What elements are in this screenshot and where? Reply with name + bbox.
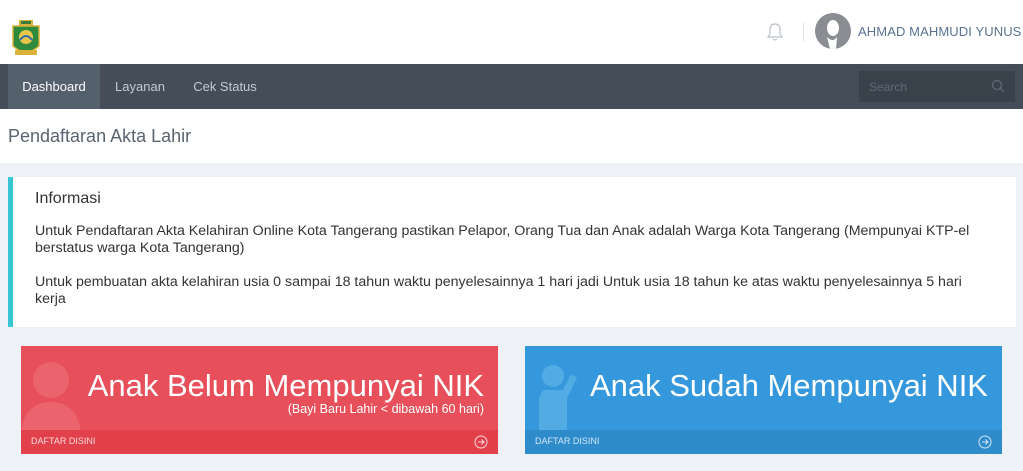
nav-layanan[interactable]: Layanan	[100, 64, 180, 109]
info-paragraph: Untuk pembuatan akta kelahiran usia 0 sa…	[35, 274, 962, 307]
tile-subtitle: (Bayi Baru Lahir < dibawah 60 hari)	[287, 402, 484, 416]
arrow-circle-right-icon[interactable]	[474, 435, 488, 449]
tile-belum-nik[interactable]: Anak Belum Mempunyai NIK (Bayi Baru Lahi…	[21, 346, 498, 454]
city-emblem-logo[interactable]	[10, 20, 42, 58]
tile-title: Anak Sudah Mempunyai NIK	[589, 368, 988, 403]
bell-icon[interactable]	[766, 22, 784, 42]
tile-footer[interactable]: DAFTAR DISINI	[21, 430, 498, 454]
header-divider	[803, 23, 804, 41]
tile-title: Anak Belum Mempunyai NIK	[87, 368, 484, 403]
user-silhouette-icon	[827, 20, 839, 49]
info-title: Informasi	[35, 190, 101, 207]
avatar[interactable]	[815, 13, 851, 49]
tile-footer[interactable]: DAFTAR DISINI	[525, 430, 1002, 454]
tile-sudah-nik[interactable]: Anak Sudah Mempunyai NIK DAFTAR DISINI	[525, 346, 1002, 454]
arrow-circle-right-icon[interactable]	[978, 435, 992, 449]
page-title: Pendaftaran Akta Lahir	[8, 126, 192, 146]
username[interactable]: AHMAD MAHMUDI YUNUS	[858, 24, 1021, 39]
nav-cek-status[interactable]: Cek Status	[180, 64, 270, 109]
tile-link[interactable]: DAFTAR DISINI	[535, 436, 599, 446]
search-icon[interactable]	[991, 79, 1005, 93]
info-card: Informasi Untuk Pendaftaran Akta Kelahir…	[8, 177, 1016, 327]
nav-dashboard[interactable]: Dashboard	[8, 64, 100, 109]
search-input[interactable]	[859, 71, 989, 102]
info-paragraph: Untuk Pendaftaran Akta Kelahiran Online …	[35, 223, 970, 256]
tile-link[interactable]: DAFTAR DISINI	[31, 436, 95, 446]
